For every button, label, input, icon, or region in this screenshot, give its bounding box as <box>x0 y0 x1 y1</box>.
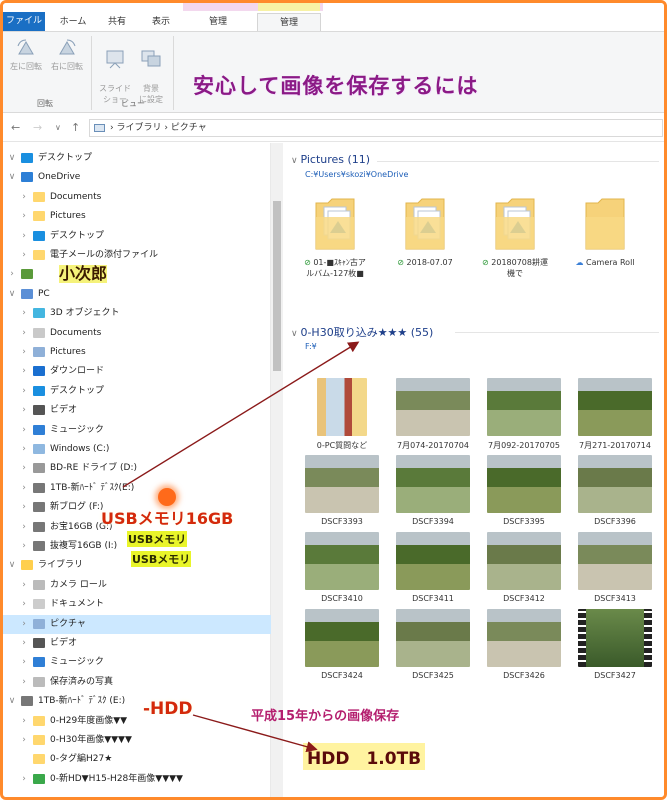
explorer-window: ファイル ホーム 共有 表示 管理 管理 左に回転 右に回転 スライド ショー … <box>0 0 667 800</box>
annotation-arrows <box>122 341 360 753</box>
arrow-usb-to-section <box>122 341 360 488</box>
arrow-hdd-to-label <box>192 714 318 753</box>
